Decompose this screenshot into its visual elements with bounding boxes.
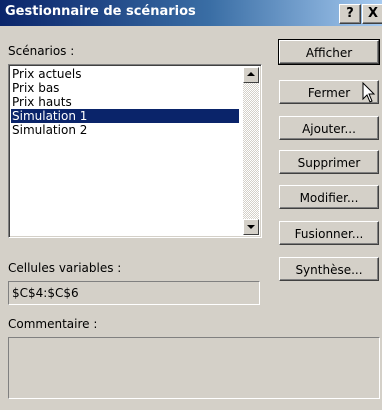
scenario-manager-dialog: Gestionnaire de scénarios ? X Scénarios … — [0, 0, 382, 410]
arrow-up-icon — [247, 72, 255, 76]
scenarios-scrollbar[interactable] — [243, 67, 259, 235]
add-button[interactable]: Ajouter... — [279, 116, 379, 140]
arrow-down-icon — [247, 225, 255, 229]
mouse-pointer-icon — [362, 82, 376, 103]
scenarios-list: Prix actuels Prix bas Prix hauts Simulation… — [11, 67, 239, 137]
dialog-title: Gestionnaire de scénarios — [5, 4, 196, 19]
edit-button[interactable]: Modifier... — [279, 185, 379, 209]
show-button[interactable]: Afficher — [278, 39, 380, 65]
scenarios-label: Scénarios : — [8, 44, 75, 58]
comment-field — [8, 337, 380, 399]
help-button[interactable]: ? — [339, 4, 361, 24]
changing-cells-label: Cellules variables : — [8, 261, 122, 275]
list-item[interactable]: Prix bas — [11, 81, 239, 95]
list-item[interactable]: Simulation 2 — [11, 123, 239, 137]
title-bar[interactable]: Gestionnaire de scénarios ? X — [0, 0, 382, 26]
scroll-up-button[interactable] — [243, 67, 259, 83]
scenarios-listbox[interactable]: Prix actuels Prix bas Prix hauts Simulation… — [8, 64, 262, 238]
list-item[interactable]: Prix hauts — [11, 95, 239, 109]
delete-button[interactable]: Supprimer — [279, 150, 379, 174]
close-window-button[interactable]: X — [362, 4, 382, 24]
scroll-down-button[interactable] — [243, 219, 259, 235]
list-item[interactable]: Prix actuels — [11, 67, 239, 81]
changing-cells-field: $C$4:$C$6 — [8, 281, 260, 305]
merge-button[interactable]: Fusionner... — [279, 221, 379, 245]
comment-label: Commentaire : — [8, 317, 98, 331]
summary-button[interactable]: Synthèse... — [279, 257, 379, 281]
list-item[interactable]: Simulation 1 — [11, 109, 239, 123]
